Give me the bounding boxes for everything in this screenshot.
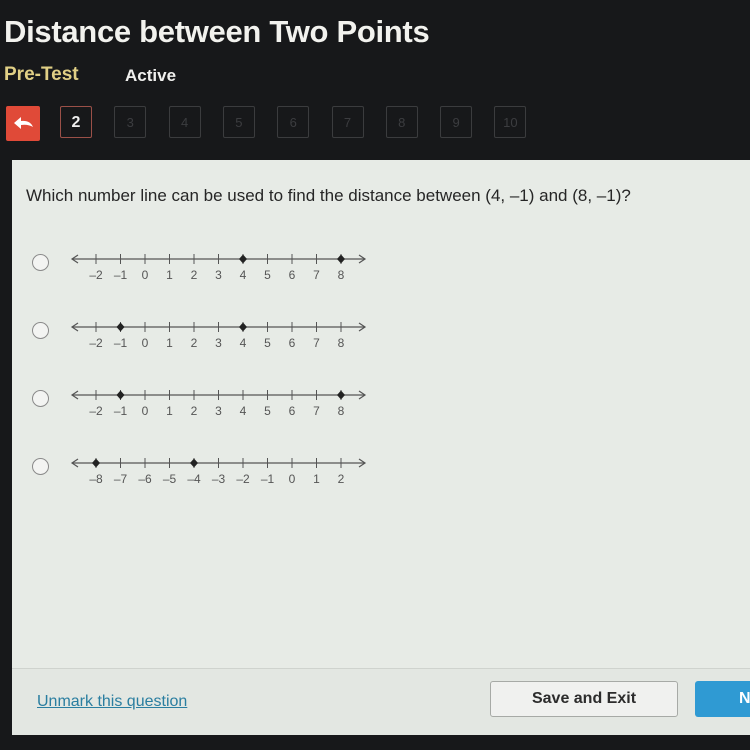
number-line: –8 –7 –6 –5 –4 –3 –2 –1 0 1 2: [70, 458, 367, 486]
tick-label: –1: [114, 404, 128, 418]
tick-label: 3: [215, 268, 222, 282]
next-button[interactable]: N: [695, 681, 750, 717]
tick-label: 1: [166, 268, 173, 282]
question-panel: Which number line can be used to find th…: [12, 160, 750, 668]
tick-label: 7: [313, 336, 320, 350]
tick-label: –2: [236, 472, 250, 486]
tick-label: 4: [240, 268, 247, 282]
question-nav-2[interactable]: 2: [60, 106, 92, 138]
question-nav-7: 7: [331, 106, 364, 138]
tick-label: –2: [89, 404, 103, 418]
tick-label: 5: [264, 268, 271, 282]
footer-bar: Unmark this question Save and Exit N: [12, 668, 750, 735]
radio-button[interactable]: [32, 390, 49, 407]
tick-label: –8: [89, 472, 103, 486]
tick-label: 8: [338, 404, 345, 418]
tick-label: 4: [240, 404, 247, 418]
tick-label: 6: [289, 268, 296, 282]
tick-label: 1: [166, 336, 173, 350]
question-nav-3: 3: [114, 106, 147, 138]
tick-label: 5: [264, 336, 271, 350]
tick-label: –2: [89, 336, 103, 350]
tick-label: –1: [114, 336, 128, 350]
tick-label: 2: [191, 404, 198, 418]
back-arrow-icon: [14, 117, 33, 129]
number-line: –2 –1 0 1 2 3 4 5 6 7 8: [70, 322, 367, 350]
answer-option-3[interactable]: –2 –1 0 1 2 3 4 5 6 7 8: [32, 390, 392, 444]
tick-label: 6: [289, 336, 296, 350]
tick-label: 8: [338, 268, 345, 282]
plotted-point: [116, 322, 125, 332]
back-button[interactable]: [6, 106, 40, 141]
plotted-point: [190, 458, 198, 468]
question-nav-10: 10: [494, 106, 527, 138]
tick-label: 1: [166, 404, 173, 418]
test-mode-label: Pre-Test: [4, 64, 79, 85]
tick-label: 0: [142, 336, 149, 350]
tick-label: –3: [212, 472, 226, 486]
status-label: Active: [125, 66, 177, 85]
tick-label: 0: [142, 268, 149, 282]
tick-label: –1: [114, 268, 128, 282]
plotted-point: [239, 322, 247, 332]
tick-label: 6: [289, 404, 296, 418]
page-title: Distance between Two Points: [4, 14, 430, 49]
tick-label: –5: [163, 472, 177, 486]
answer-option-1[interactable]: –2 –1 0 1 2 3 4 5 6 7 8: [32, 254, 392, 308]
answer-option-2[interactable]: –2 –1 0 1 2 3 4 5 6 7 8: [32, 322, 392, 376]
tick-label: 4: [240, 336, 247, 350]
tick-label: –2: [89, 268, 103, 282]
tick-label: 8: [338, 336, 345, 350]
tick-label: 5: [264, 404, 271, 418]
unmark-question-link[interactable]: Unmark this question: [37, 693, 187, 711]
radio-button[interactable]: [32, 322, 49, 339]
tick-label: –1: [261, 472, 275, 486]
tick-label: –6: [138, 472, 152, 486]
plotted-point: [116, 390, 125, 400]
answer-option-4[interactable]: –8 –7 –6 –5 –4 –3 –2 –1 0 1 2: [32, 458, 392, 512]
question-nav-5: 5: [222, 106, 255, 138]
tick-label: –7: [114, 472, 128, 486]
plotted-point: [239, 254, 247, 264]
tick-label: 1: [313, 472, 320, 486]
plotted-point: [337, 254, 345, 264]
question-nav-8: 8: [385, 106, 418, 138]
tick-label: 3: [215, 404, 222, 418]
radio-button[interactable]: [32, 458, 49, 475]
tick-label: 7: [313, 404, 320, 418]
question-text: Which number line can be used to find th…: [26, 186, 631, 205]
number-line: –2 –1 0 1 2 3 4 5 6 7 8: [70, 254, 367, 282]
save-and-exit-button[interactable]: Save and Exit: [490, 681, 678, 717]
tick-label: 0: [142, 404, 149, 418]
tick-label: 2: [191, 336, 198, 350]
tick-label: 3: [215, 336, 222, 350]
number-line: –2 –1 0 1 2 3 4 5 6 7 8: [70, 390, 367, 418]
tick-label: 7: [313, 268, 320, 282]
tick-label: 2: [191, 268, 198, 282]
tick-label: 2: [338, 472, 345, 486]
radio-button[interactable]: [32, 254, 49, 271]
question-nav-4: 4: [168, 106, 201, 138]
question-nav-9: 9: [440, 106, 473, 138]
tick-label: –4: [187, 472, 201, 486]
plotted-point: [337, 390, 345, 400]
question-nav-6: 6: [277, 106, 310, 138]
tick-label: 0: [289, 472, 296, 486]
plotted-point: [92, 458, 100, 468]
